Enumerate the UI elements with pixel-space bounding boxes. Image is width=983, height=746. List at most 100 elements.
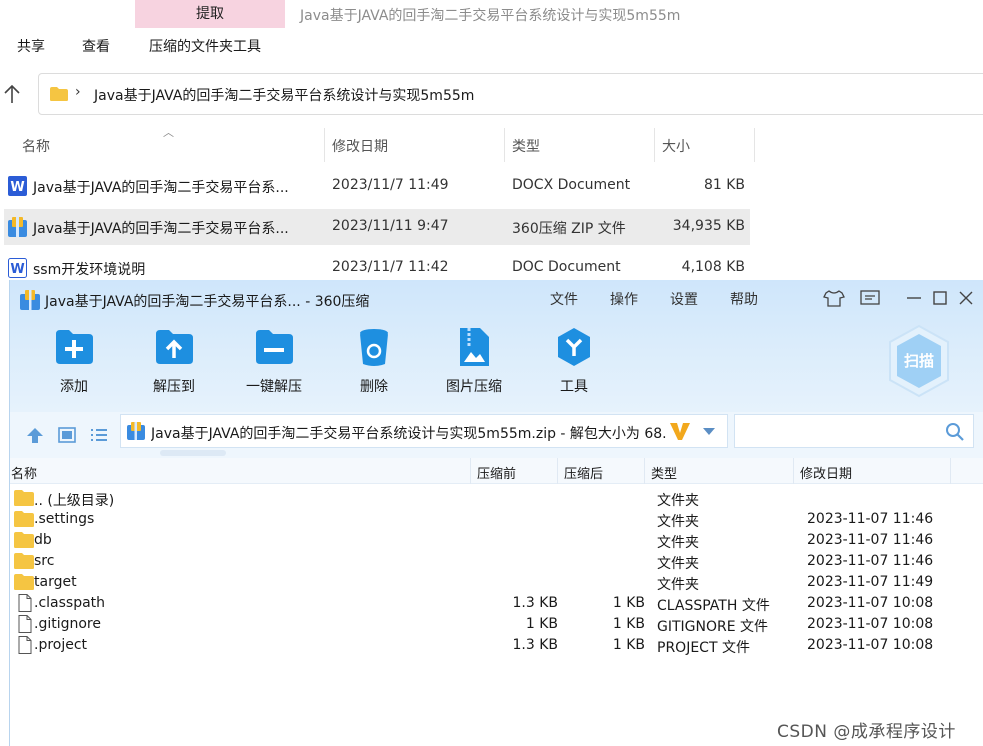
column-divider[interactable]: [470, 458, 471, 484]
archive-row[interactable]: src 文件夹 2023-11-07 11:46: [10, 551, 983, 572]
chevron-down-icon[interactable]: [701, 423, 717, 439]
column-divider[interactable]: [644, 458, 645, 484]
column-divider[interactable]: [754, 128, 755, 162]
column-name[interactable]: 名称: [22, 136, 50, 156]
entry-type: 文件夹: [657, 577, 699, 593]
column-modified[interactable]: 修改日期: [800, 463, 852, 482]
file-modified: 2023/11/7 11:49: [332, 177, 449, 193]
up-level-icon[interactable]: [24, 424, 46, 446]
address-path[interactable]: Java基于JAVA的回手淘二手交易平台系统设计与实现5m55m: [94, 85, 474, 105]
column-divider[interactable]: [654, 128, 655, 162]
entry-modified: 2023-11-07 11:46: [807, 553, 934, 569]
file-icon: [18, 636, 32, 654]
file-row[interactable]: W Java基于JAVA的回手淘二手交易平台系... 2023/11/7 11:…: [4, 168, 750, 204]
column-packed-after[interactable]: 压缩后: [564, 463, 603, 482]
column-divider[interactable]: [793, 458, 794, 484]
archive-row[interactable]: .project 1.3 KB 1 KB PROJECT 文件 2023-11-…: [10, 635, 983, 656]
one-click-extract-button[interactable]: 一键解压: [229, 326, 319, 396]
entry-name: .gitignore: [34, 616, 101, 632]
tools-button[interactable]: 工具: [529, 326, 619, 396]
image-compress-icon: [460, 328, 489, 366]
entry-name: .project: [34, 637, 88, 653]
file-name: Java基于JAVA的回手淘二手交易平台系...: [33, 221, 289, 237]
add-button[interactable]: 添加: [29, 326, 119, 396]
folder-icon: [14, 574, 34, 590]
entry-modified: 2023-11-07 10:08: [807, 616, 934, 632]
extract-to-button[interactable]: 解压到: [129, 326, 219, 396]
minimize-icon[interactable]: [901, 286, 927, 310]
column-modified[interactable]: 修改日期: [332, 136, 388, 156]
skin-shirt-icon[interactable]: [821, 286, 847, 310]
archive-path-bar[interactable]: Java基于JAVA的回手淘二手交易平台系统设计与实现5m55m.zip - 解…: [120, 414, 728, 448]
entry-modified: 2023-11-07 11:46: [807, 532, 934, 548]
scan-button[interactable]: 扫描: [886, 324, 952, 398]
one-click-extract-label: 一键解压: [246, 379, 302, 395]
entry-packed-after: 1 KB: [612, 637, 645, 653]
maximize-icon[interactable]: [927, 286, 953, 310]
menu-compressed-folder-tools[interactable]: 压缩的文件夹工具: [149, 36, 261, 56]
folder-icon: [14, 511, 34, 527]
path-scroll-indicator: [160, 450, 226, 456]
column-divider[interactable]: [504, 128, 505, 162]
up-arrow-icon[interactable]: [0, 82, 24, 106]
entry-type: 文件夹: [657, 535, 699, 551]
entry-modified: 2023-11-07 11:46: [807, 511, 934, 527]
entry-name: src: [34, 553, 55, 569]
zip-menu-help[interactable]: 帮助: [730, 289, 758, 309]
column-size[interactable]: 大小: [662, 136, 690, 156]
zip-menu-file[interactable]: 文件: [550, 289, 578, 309]
close-icon[interactable]: [953, 286, 979, 310]
zip-window: Java基于JAVA的回手淘二手交易平台系... - 360压缩 文件 操作 设…: [9, 280, 983, 746]
archive-row[interactable]: db 文件夹 2023-11-07 11:46: [10, 530, 983, 551]
column-divider[interactable]: [950, 458, 951, 484]
thumbnail-view-icon[interactable]: [56, 424, 78, 446]
add-label: 添加: [60, 379, 88, 395]
explorer-column-header: ︿ 名称 修改日期 类型 大小: [0, 126, 983, 162]
entry-type: PROJECT 文件: [657, 640, 750, 656]
add-icon: [56, 330, 93, 364]
extract-ribbon-tab[interactable]: 提取: [135, 0, 285, 28]
archive-row[interactable]: .gitignore 1 KB 1 KB GITIGNORE 文件 2023-1…: [10, 614, 983, 635]
feedback-icon[interactable]: [857, 286, 883, 310]
image-compress-button[interactable]: 图片压缩: [429, 326, 519, 396]
search-icon[interactable]: [945, 422, 965, 442]
archive-row[interactable]: .settings 文件夹 2023-11-07 11:46: [10, 509, 983, 530]
entry-packed-after: 1 KB: [612, 616, 645, 632]
word-doc-icon: W: [8, 258, 27, 278]
entry-name: .settings: [34, 511, 95, 527]
zip-menu-settings[interactable]: 设置: [670, 289, 698, 309]
menu-view[interactable]: 查看: [82, 36, 110, 56]
file-name: ssm开发环境说明: [33, 262, 146, 278]
column-type[interactable]: 类型: [512, 136, 540, 156]
file-size: 34,935 KB: [672, 218, 745, 234]
file-size: 81 KB: [703, 177, 745, 193]
column-divider[interactable]: [557, 458, 558, 484]
archive-row[interactable]: target 文件夹 2023-11-07 11:49: [10, 572, 983, 593]
file-row-selected[interactable]: Java基于JAVA的回手淘二手交易平台系... 2023/11/11 9:47…: [4, 209, 750, 245]
archive-path-text: Java基于JAVA的回手淘二手交易平台系统设计与实现5m55m.zip - 解…: [151, 426, 666, 442]
entry-name: db: [34, 532, 52, 548]
column-type[interactable]: 类型: [651, 463, 677, 482]
entry-modified: 2023-11-07 11:49: [807, 574, 934, 590]
archive-row-parent[interactable]: .. (上级目录) 文件夹: [10, 488, 983, 509]
delete-label: 删除: [360, 379, 388, 395]
delete-button[interactable]: 删除: [329, 326, 419, 396]
entry-type: 文件夹: [657, 493, 699, 509]
entry-modified: 2023-11-07 10:08: [807, 637, 934, 653]
address-bar[interactable]: › Java基于JAVA的回手淘二手交易平台系统设计与实现5m55m: [38, 73, 983, 115]
entry-name: target: [34, 574, 77, 590]
zip-menu-operation[interactable]: 操作: [610, 289, 638, 309]
tools-label: 工具: [560, 379, 588, 395]
menu-share[interactable]: 共享: [17, 36, 45, 56]
archive-row[interactable]: .classpath 1.3 KB 1 KB CLASSPATH 文件 2023…: [10, 593, 983, 614]
column-divider[interactable]: [324, 128, 325, 162]
list-view-icon[interactable]: [88, 424, 110, 446]
explorer-ribbon-menu: 共享 查看 压缩的文件夹工具: [0, 28, 983, 62]
column-packed-before[interactable]: 压缩前: [477, 463, 516, 482]
search-input[interactable]: [734, 414, 974, 448]
column-name[interactable]: 名称: [11, 463, 37, 482]
verified-badge-icon: [670, 423, 690, 440]
file-type: DOC Document: [512, 259, 621, 275]
file-icon: [18, 615, 32, 633]
folder-icon: [14, 553, 34, 569]
